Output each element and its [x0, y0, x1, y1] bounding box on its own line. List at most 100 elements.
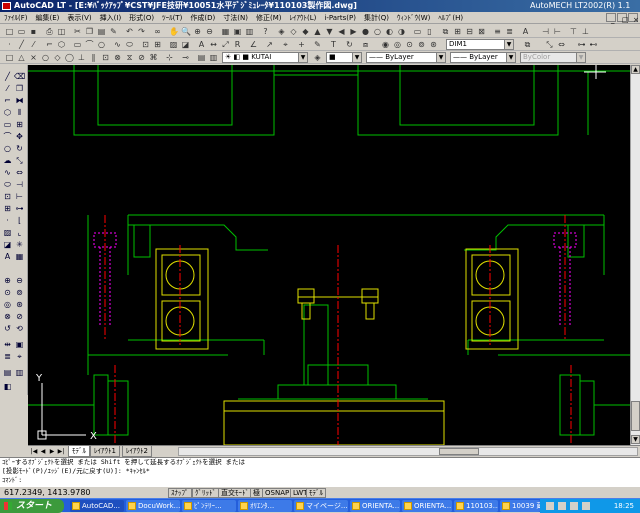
mech-tool-4-icon[interactable]: ⊚: [416, 39, 427, 50]
mech-tool-1-icon[interactable]: ◉: [380, 39, 391, 50]
break-icon[interactable]: ⊶: [14, 203, 25, 214]
center-mark-icon[interactable]: +: [296, 39, 307, 50]
window-arrange-icon[interactable]: ⊟: [464, 26, 475, 37]
draw-polyline-icon[interactable]: ⌐: [2, 95, 13, 106]
open-file-icon[interactable]: ▭: [16, 26, 27, 37]
preview-icon[interactable]: ◫: [56, 26, 67, 37]
redo-icon[interactable]: ↷: [136, 26, 147, 37]
osnap-endpoint-icon[interactable]: □: [4, 52, 15, 63]
arc-icon[interactable]: ⌒: [84, 39, 95, 50]
polygon-icon[interactable]: ⬡: [56, 39, 67, 50]
color-select-swatch[interactable]: ■ ▼: [326, 52, 362, 63]
draw-point-icon[interactable]: ·: [2, 215, 13, 226]
from-icon[interactable]: ⊸: [180, 52, 191, 63]
make-block-side-icon[interactable]: ⊞: [2, 203, 13, 214]
properties-icon[interactable]: ▦: [220, 26, 231, 37]
insert-block-icon[interactable]: ⊡: [140, 39, 151, 50]
osnap-midpoint-icon[interactable]: △: [16, 52, 27, 63]
draw-hatch-icon[interactable]: ▨: [2, 227, 13, 238]
display-order-icon[interactable]: ◧: [2, 381, 13, 392]
dim-text-edit-icon[interactable]: T: [328, 39, 339, 50]
osnap-quadrant-icon[interactable]: ◇: [52, 52, 63, 63]
tray-volume-icon[interactable]: [558, 502, 566, 510]
restore-button[interactable]: □: [617, 13, 629, 24]
task-110103[interactable]: 110103...: [454, 500, 498, 512]
dim-linear-icon[interactable]: ↔: [208, 39, 219, 50]
copy-object-icon[interactable]: ❐: [14, 83, 25, 94]
draw-ellipse-icon[interactable]: ⬭: [2, 179, 13, 190]
custom-tool-8-icon[interactable]: ●: [360, 26, 371, 37]
tracking-icon[interactable]: ⊹: [164, 52, 175, 63]
horizontal-scrollbar[interactable]: [178, 447, 638, 456]
insert-block-side-icon[interactable]: ⊡: [2, 191, 13, 202]
hyperlink-icon[interactable]: ∞: [152, 26, 163, 37]
task-mypage[interactable]: マイページ...: [294, 500, 348, 512]
osnap-toggle[interactable]: OSNAP: [262, 488, 293, 498]
osnap-nearest-icon[interactable]: ⧖: [124, 52, 135, 63]
pan-icon[interactable]: ✋: [168, 26, 179, 37]
osnap-tangent-icon[interactable]: ◯: [64, 52, 75, 63]
task-docuworks[interactable]: DocuWork...: [126, 500, 180, 512]
ray-icon[interactable]: ⊢: [552, 26, 563, 37]
custom-tool-10-icon[interactable]: ◐: [384, 26, 395, 37]
print-icon[interactable]: ⎙: [44, 26, 55, 37]
zoom-in-icon[interactable]: ⊕: [2, 275, 13, 286]
menu-insert[interactable]: 挿入(I): [96, 12, 126, 24]
save-icon[interactable]: ▪: [28, 26, 39, 37]
mech-tool-5-icon[interactable]: ⊛: [428, 39, 439, 50]
draw-mtext-icon[interactable]: A: [2, 251, 13, 262]
tab-model[interactable]: ﾓﾃﾞﾙ: [68, 446, 90, 457]
break-tool-icon[interactable]: ⊶: [576, 39, 587, 50]
osnap-center-icon[interactable]: ○: [40, 52, 51, 63]
tray-clock[interactable]: 18:25: [614, 499, 634, 513]
layer-tool-2-icon[interactable]: ≣: [504, 26, 515, 37]
align-icon[interactable]: ⊤: [568, 26, 579, 37]
horizontal-scroll-thumb[interactable]: [439, 448, 479, 455]
hatch-icon[interactable]: ▨: [168, 39, 179, 50]
dim-edit-icon[interactable]: ✎: [312, 39, 323, 50]
help-icon[interactable]: ?: [260, 26, 271, 37]
tab-layout1[interactable]: ﾚｲｱｳﾄ1: [90, 446, 120, 457]
make-layer-current-icon[interactable]: ◈: [312, 52, 323, 63]
extend-icon[interactable]: ⊢: [14, 191, 25, 202]
menu-dimension[interactable]: 寸法(N): [219, 12, 252, 24]
task-10039[interactable]: 10039 蔵...: [500, 500, 540, 512]
command-line[interactable]: ｺﾋﾟｰするｵﾌﾞｼﾞｪｸﾄを選択 または Shift を押して延長するｵﾌﾞｼ…: [0, 457, 640, 486]
explode-icon[interactable]: ✳: [14, 239, 25, 250]
menu-tools[interactable]: ﾂｰﾙ(T): [158, 12, 186, 24]
menu-layout[interactable]: ﾚｲｱｳﾄ(L): [286, 12, 321, 24]
layer-select[interactable]: ☀ ◧ ■ KUTAI ▼: [222, 52, 308, 63]
join-tool-icon[interactable]: ⊷: [588, 39, 599, 50]
measure-icon[interactable]: ⊥: [580, 26, 591, 37]
menu-edit[interactable]: 編集(E): [32, 12, 64, 24]
paste-icon[interactable]: ▤: [96, 26, 107, 37]
new-file-icon[interactable]: □: [4, 26, 15, 37]
line-icon[interactable]: ╱: [16, 39, 27, 50]
custom-tool-11-icon[interactable]: ◑: [396, 26, 407, 37]
rotate-icon[interactable]: ↻: [14, 143, 25, 154]
custom-tool-12-icon[interactable]: ▭: [412, 26, 423, 37]
layer-manager-icon[interactable]: ▤: [196, 52, 207, 63]
stretch-tool-icon[interactable]: ⇔: [556, 39, 567, 50]
osnap-none-icon[interactable]: ⊘: [136, 52, 147, 63]
dimstyle-manager-icon[interactable]: ⧉: [522, 39, 533, 50]
construction-line-icon[interactable]: ⁄: [28, 39, 39, 50]
osnap-settings-icon[interactable]: ⌘: [148, 52, 159, 63]
draw-arc-icon[interactable]: ⌒: [2, 131, 13, 142]
list-icon[interactable]: ≣: [2, 351, 13, 362]
erase-icon[interactable]: ⌫: [14, 71, 25, 82]
scale-icon[interactable]: ⤡: [14, 155, 25, 166]
task-orienta-jp[interactable]: ｵﾘｴﾝﾀ...: [238, 500, 292, 512]
dist-icon[interactable]: ⇹: [2, 339, 13, 350]
circle-icon[interactable]: ○: [96, 39, 107, 50]
fillet-icon[interactable]: ⌞: [14, 227, 25, 238]
custom-tool-2-icon[interactable]: ◇: [288, 26, 299, 37]
osnap-intersection-icon[interactable]: ×: [28, 52, 39, 63]
menu-file[interactable]: ﾌｧｲﾙ(F): [0, 12, 32, 24]
zoom-extents-icon[interactable]: ⊚: [14, 287, 25, 298]
ortho-toggle[interactable]: 直交ﾓｰﾄﾞ: [218, 488, 252, 498]
tool-palette-icon[interactable]: ▥: [244, 26, 255, 37]
scroll-up-icon[interactable]: ▲: [631, 65, 640, 74]
dimstyle-select[interactable]: DIM1 ▼: [446, 39, 514, 50]
draw-polygon-icon[interactable]: ⬡: [2, 107, 13, 118]
